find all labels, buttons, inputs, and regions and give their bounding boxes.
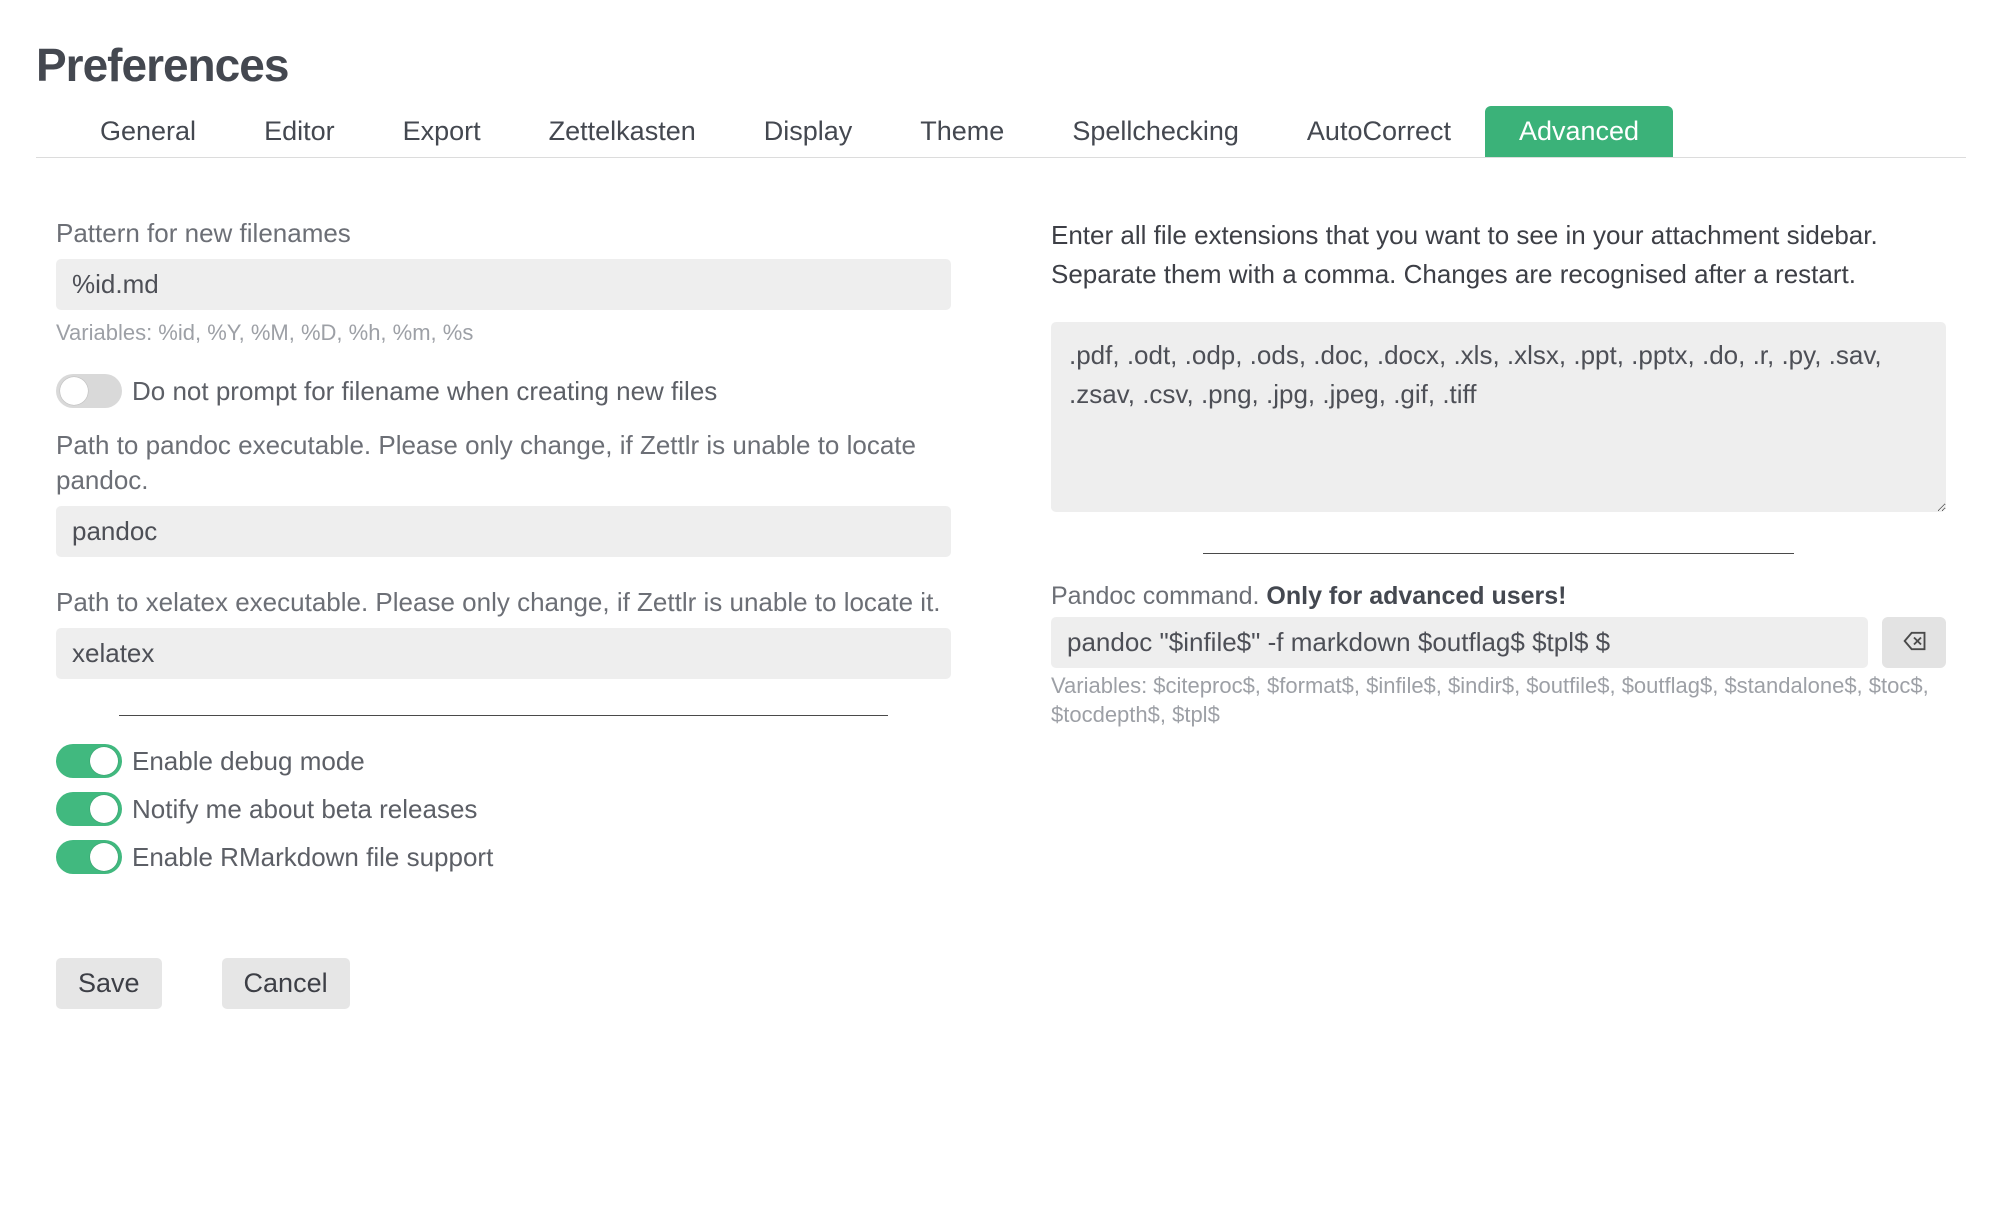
erase-icon xyxy=(1900,627,1928,658)
extensions-textarea[interactable] xyxy=(1051,322,1946,512)
rmarkdown-toggle[interactable] xyxy=(56,840,122,874)
tab-autocorrect[interactable]: AutoCorrect xyxy=(1273,106,1485,157)
xelatex-path-input[interactable] xyxy=(56,628,951,679)
pandoc-command-hint: Variables: $citeproc$, $format$, $infile… xyxy=(1051,672,1946,729)
pattern-hint: Variables: %id, %Y, %M, %D, %h, %m, %s xyxy=(56,320,951,346)
tab-advanced[interactable]: Advanced xyxy=(1485,106,1673,157)
tab-bar: GeneralEditorExportZettelkastenDisplayTh… xyxy=(36,106,1966,158)
no-prompt-toggle-row: Do not prompt for filename when creating… xyxy=(56,374,951,408)
page-title: Preferences xyxy=(36,38,1966,92)
reset-command-button[interactable] xyxy=(1882,617,1946,668)
pandoc-path-input[interactable] xyxy=(56,506,951,557)
tab-general[interactable]: General xyxy=(66,106,230,157)
left-column: Pattern for new filenames Variables: %id… xyxy=(56,216,951,888)
tab-zettelkasten[interactable]: Zettelkasten xyxy=(515,106,730,157)
tab-spellchecking[interactable]: Spellchecking xyxy=(1038,106,1273,157)
divider xyxy=(119,715,889,716)
pattern-label: Pattern for new filenames xyxy=(56,216,951,251)
tab-display[interactable]: Display xyxy=(730,106,887,157)
debug-label: Enable debug mode xyxy=(132,746,365,777)
right-column: Enter all file extensions that you want … xyxy=(1051,216,1946,888)
rmarkdown-label: Enable RMarkdown file support xyxy=(132,842,493,873)
no-prompt-label: Do not prompt for filename when creating… xyxy=(132,376,717,407)
tab-editor[interactable]: Editor xyxy=(230,106,369,157)
no-prompt-toggle[interactable] xyxy=(56,374,122,408)
divider xyxy=(1203,553,1794,554)
tab-theme[interactable]: Theme xyxy=(886,106,1038,157)
pandoc-path-label: Path to pandoc executable. Please only c… xyxy=(56,428,951,498)
extensions-description: Enter all file extensions that you want … xyxy=(1051,216,1946,294)
xelatex-path-label: Path to xelatex executable. Please only … xyxy=(56,585,951,620)
beta-label: Notify me about beta releases xyxy=(132,794,477,825)
cancel-button[interactable]: Cancel xyxy=(222,958,350,1009)
debug-toggle[interactable] xyxy=(56,744,122,778)
pandoc-command-label: Pandoc command. Only for advanced users! xyxy=(1051,582,1946,611)
beta-toggle[interactable] xyxy=(56,792,122,826)
save-button[interactable]: Save xyxy=(56,958,162,1009)
pandoc-command-input[interactable] xyxy=(1051,617,1868,668)
tab-export[interactable]: Export xyxy=(369,106,515,157)
pattern-input[interactable] xyxy=(56,259,951,310)
